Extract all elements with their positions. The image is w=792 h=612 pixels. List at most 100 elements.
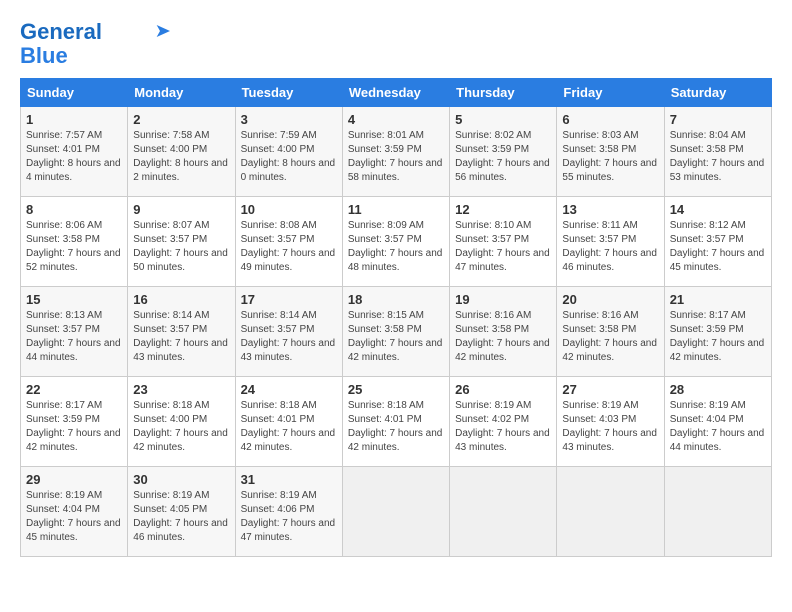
day-info: Sunrise: 8:19 AM Sunset: 4:03 PM Dayligh…	[562, 399, 658, 455]
day-number: 22	[26, 382, 122, 397]
day-number: 20	[562, 292, 658, 307]
day-number: 8	[26, 202, 122, 217]
day-number: 30	[133, 472, 229, 487]
day-cell	[557, 467, 664, 557]
logo: General Blue	[20, 20, 170, 68]
day-cell: 15 Sunrise: 8:13 AM Sunset: 3:57 PM Dayl…	[21, 287, 128, 377]
day-cell: 1 Sunrise: 7:57 AM Sunset: 4:01 PM Dayli…	[21, 107, 128, 197]
day-cell: 5 Sunrise: 8:02 AM Sunset: 3:59 PM Dayli…	[450, 107, 557, 197]
day-cell: 26 Sunrise: 8:19 AM Sunset: 4:02 PM Dayl…	[450, 377, 557, 467]
day-info: Sunrise: 8:18 AM Sunset: 4:01 PM Dayligh…	[241, 399, 337, 455]
day-info: Sunrise: 8:14 AM Sunset: 3:57 PM Dayligh…	[241, 309, 337, 365]
day-cell: 7 Sunrise: 8:04 AM Sunset: 3:58 PM Dayli…	[664, 107, 771, 197]
day-number: 13	[562, 202, 658, 217]
day-info: Sunrise: 8:19 AM Sunset: 4:02 PM Dayligh…	[455, 399, 551, 455]
day-info: Sunrise: 8:04 AM Sunset: 3:58 PM Dayligh…	[670, 129, 766, 185]
logo-text: General	[20, 20, 102, 44]
day-number: 28	[670, 382, 766, 397]
day-cell: 23 Sunrise: 8:18 AM Sunset: 4:00 PM Dayl…	[128, 377, 235, 467]
day-info: Sunrise: 7:57 AM Sunset: 4:01 PM Dayligh…	[26, 129, 122, 185]
day-info: Sunrise: 8:19 AM Sunset: 4:06 PM Dayligh…	[241, 489, 337, 545]
day-number: 21	[670, 292, 766, 307]
week-row-5: 29 Sunrise: 8:19 AM Sunset: 4:04 PM Dayl…	[21, 467, 772, 557]
day-cell: 2 Sunrise: 7:58 AM Sunset: 4:00 PM Dayli…	[128, 107, 235, 197]
day-cell: 13 Sunrise: 8:11 AM Sunset: 3:57 PM Dayl…	[557, 197, 664, 287]
day-info: Sunrise: 8:14 AM Sunset: 3:57 PM Dayligh…	[133, 309, 229, 365]
day-cell: 31 Sunrise: 8:19 AM Sunset: 4:06 PM Dayl…	[235, 467, 342, 557]
column-header-saturday: Saturday	[664, 79, 771, 107]
day-info: Sunrise: 8:19 AM Sunset: 4:04 PM Dayligh…	[670, 399, 766, 455]
day-cell	[664, 467, 771, 557]
day-info: Sunrise: 8:02 AM Sunset: 3:59 PM Dayligh…	[455, 129, 551, 185]
day-info: Sunrise: 8:06 AM Sunset: 3:58 PM Dayligh…	[26, 219, 122, 275]
day-info: Sunrise: 8:15 AM Sunset: 3:58 PM Dayligh…	[348, 309, 444, 365]
day-number: 9	[133, 202, 229, 217]
day-info: Sunrise: 7:59 AM Sunset: 4:00 PM Dayligh…	[241, 129, 337, 185]
day-number: 4	[348, 112, 444, 127]
day-info: Sunrise: 8:19 AM Sunset: 4:04 PM Dayligh…	[26, 489, 122, 545]
day-cell: 11 Sunrise: 8:09 AM Sunset: 3:57 PM Dayl…	[342, 197, 449, 287]
day-number: 14	[670, 202, 766, 217]
day-info: Sunrise: 8:18 AM Sunset: 4:00 PM Dayligh…	[133, 399, 229, 455]
week-row-3: 15 Sunrise: 8:13 AM Sunset: 3:57 PM Dayl…	[21, 287, 772, 377]
day-info: Sunrise: 8:08 AM Sunset: 3:57 PM Dayligh…	[241, 219, 337, 275]
column-header-sunday: Sunday	[21, 79, 128, 107]
day-cell: 9 Sunrise: 8:07 AM Sunset: 3:57 PM Dayli…	[128, 197, 235, 287]
day-number: 11	[348, 202, 444, 217]
day-cell: 30 Sunrise: 8:19 AM Sunset: 4:05 PM Dayl…	[128, 467, 235, 557]
day-number: 29	[26, 472, 122, 487]
day-number: 16	[133, 292, 229, 307]
day-number: 7	[670, 112, 766, 127]
day-cell: 6 Sunrise: 8:03 AM Sunset: 3:58 PM Dayli…	[557, 107, 664, 197]
day-info: Sunrise: 8:11 AM Sunset: 3:57 PM Dayligh…	[562, 219, 658, 275]
calendar-table: SundayMondayTuesdayWednesdayThursdayFrid…	[20, 78, 772, 557]
day-cell: 4 Sunrise: 8:01 AM Sunset: 3:59 PM Dayli…	[342, 107, 449, 197]
day-cell: 3 Sunrise: 7:59 AM Sunset: 4:00 PM Dayli…	[235, 107, 342, 197]
day-info: Sunrise: 8:01 AM Sunset: 3:59 PM Dayligh…	[348, 129, 444, 185]
day-number: 2	[133, 112, 229, 127]
column-header-tuesday: Tuesday	[235, 79, 342, 107]
day-info: Sunrise: 8:07 AM Sunset: 3:57 PM Dayligh…	[133, 219, 229, 275]
day-cell: 18 Sunrise: 8:15 AM Sunset: 3:58 PM Dayl…	[342, 287, 449, 377]
day-cell: 29 Sunrise: 8:19 AM Sunset: 4:04 PM Dayl…	[21, 467, 128, 557]
day-number: 25	[348, 382, 444, 397]
day-cell: 14 Sunrise: 8:12 AM Sunset: 3:57 PM Dayl…	[664, 197, 771, 287]
day-cell	[450, 467, 557, 557]
day-number: 1	[26, 112, 122, 127]
day-info: Sunrise: 8:19 AM Sunset: 4:05 PM Dayligh…	[133, 489, 229, 545]
day-info: Sunrise: 8:03 AM Sunset: 3:58 PM Dayligh…	[562, 129, 658, 185]
header-row: SundayMondayTuesdayWednesdayThursdayFrid…	[21, 79, 772, 107]
day-info: Sunrise: 7:58 AM Sunset: 4:00 PM Dayligh…	[133, 129, 229, 185]
column-header-friday: Friday	[557, 79, 664, 107]
header: General Blue	[20, 20, 772, 68]
day-info: Sunrise: 8:16 AM Sunset: 3:58 PM Dayligh…	[562, 309, 658, 365]
day-cell: 27 Sunrise: 8:19 AM Sunset: 4:03 PM Dayl…	[557, 377, 664, 467]
day-cell: 20 Sunrise: 8:16 AM Sunset: 3:58 PM Dayl…	[557, 287, 664, 377]
day-cell: 10 Sunrise: 8:08 AM Sunset: 3:57 PM Dayl…	[235, 197, 342, 287]
day-number: 5	[455, 112, 551, 127]
day-number: 26	[455, 382, 551, 397]
day-cell: 28 Sunrise: 8:19 AM Sunset: 4:04 PM Dayl…	[664, 377, 771, 467]
day-number: 12	[455, 202, 551, 217]
day-number: 31	[241, 472, 337, 487]
week-row-4: 22 Sunrise: 8:17 AM Sunset: 3:59 PM Dayl…	[21, 377, 772, 467]
day-number: 23	[133, 382, 229, 397]
day-info: Sunrise: 8:10 AM Sunset: 3:57 PM Dayligh…	[455, 219, 551, 275]
logo-text-blue: Blue	[20, 44, 68, 68]
week-row-1: 1 Sunrise: 7:57 AM Sunset: 4:01 PM Dayli…	[21, 107, 772, 197]
day-info: Sunrise: 8:09 AM Sunset: 3:57 PM Dayligh…	[348, 219, 444, 275]
day-number: 15	[26, 292, 122, 307]
week-row-2: 8 Sunrise: 8:06 AM Sunset: 3:58 PM Dayli…	[21, 197, 772, 287]
day-cell: 25 Sunrise: 8:18 AM Sunset: 4:01 PM Dayl…	[342, 377, 449, 467]
day-info: Sunrise: 8:17 AM Sunset: 3:59 PM Dayligh…	[26, 399, 122, 455]
day-number: 18	[348, 292, 444, 307]
logo-icon	[150, 25, 170, 37]
day-number: 24	[241, 382, 337, 397]
day-number: 10	[241, 202, 337, 217]
day-info: Sunrise: 8:13 AM Sunset: 3:57 PM Dayligh…	[26, 309, 122, 365]
day-number: 17	[241, 292, 337, 307]
day-cell	[342, 467, 449, 557]
column-header-wednesday: Wednesday	[342, 79, 449, 107]
day-cell: 19 Sunrise: 8:16 AM Sunset: 3:58 PM Dayl…	[450, 287, 557, 377]
day-info: Sunrise: 8:16 AM Sunset: 3:58 PM Dayligh…	[455, 309, 551, 365]
